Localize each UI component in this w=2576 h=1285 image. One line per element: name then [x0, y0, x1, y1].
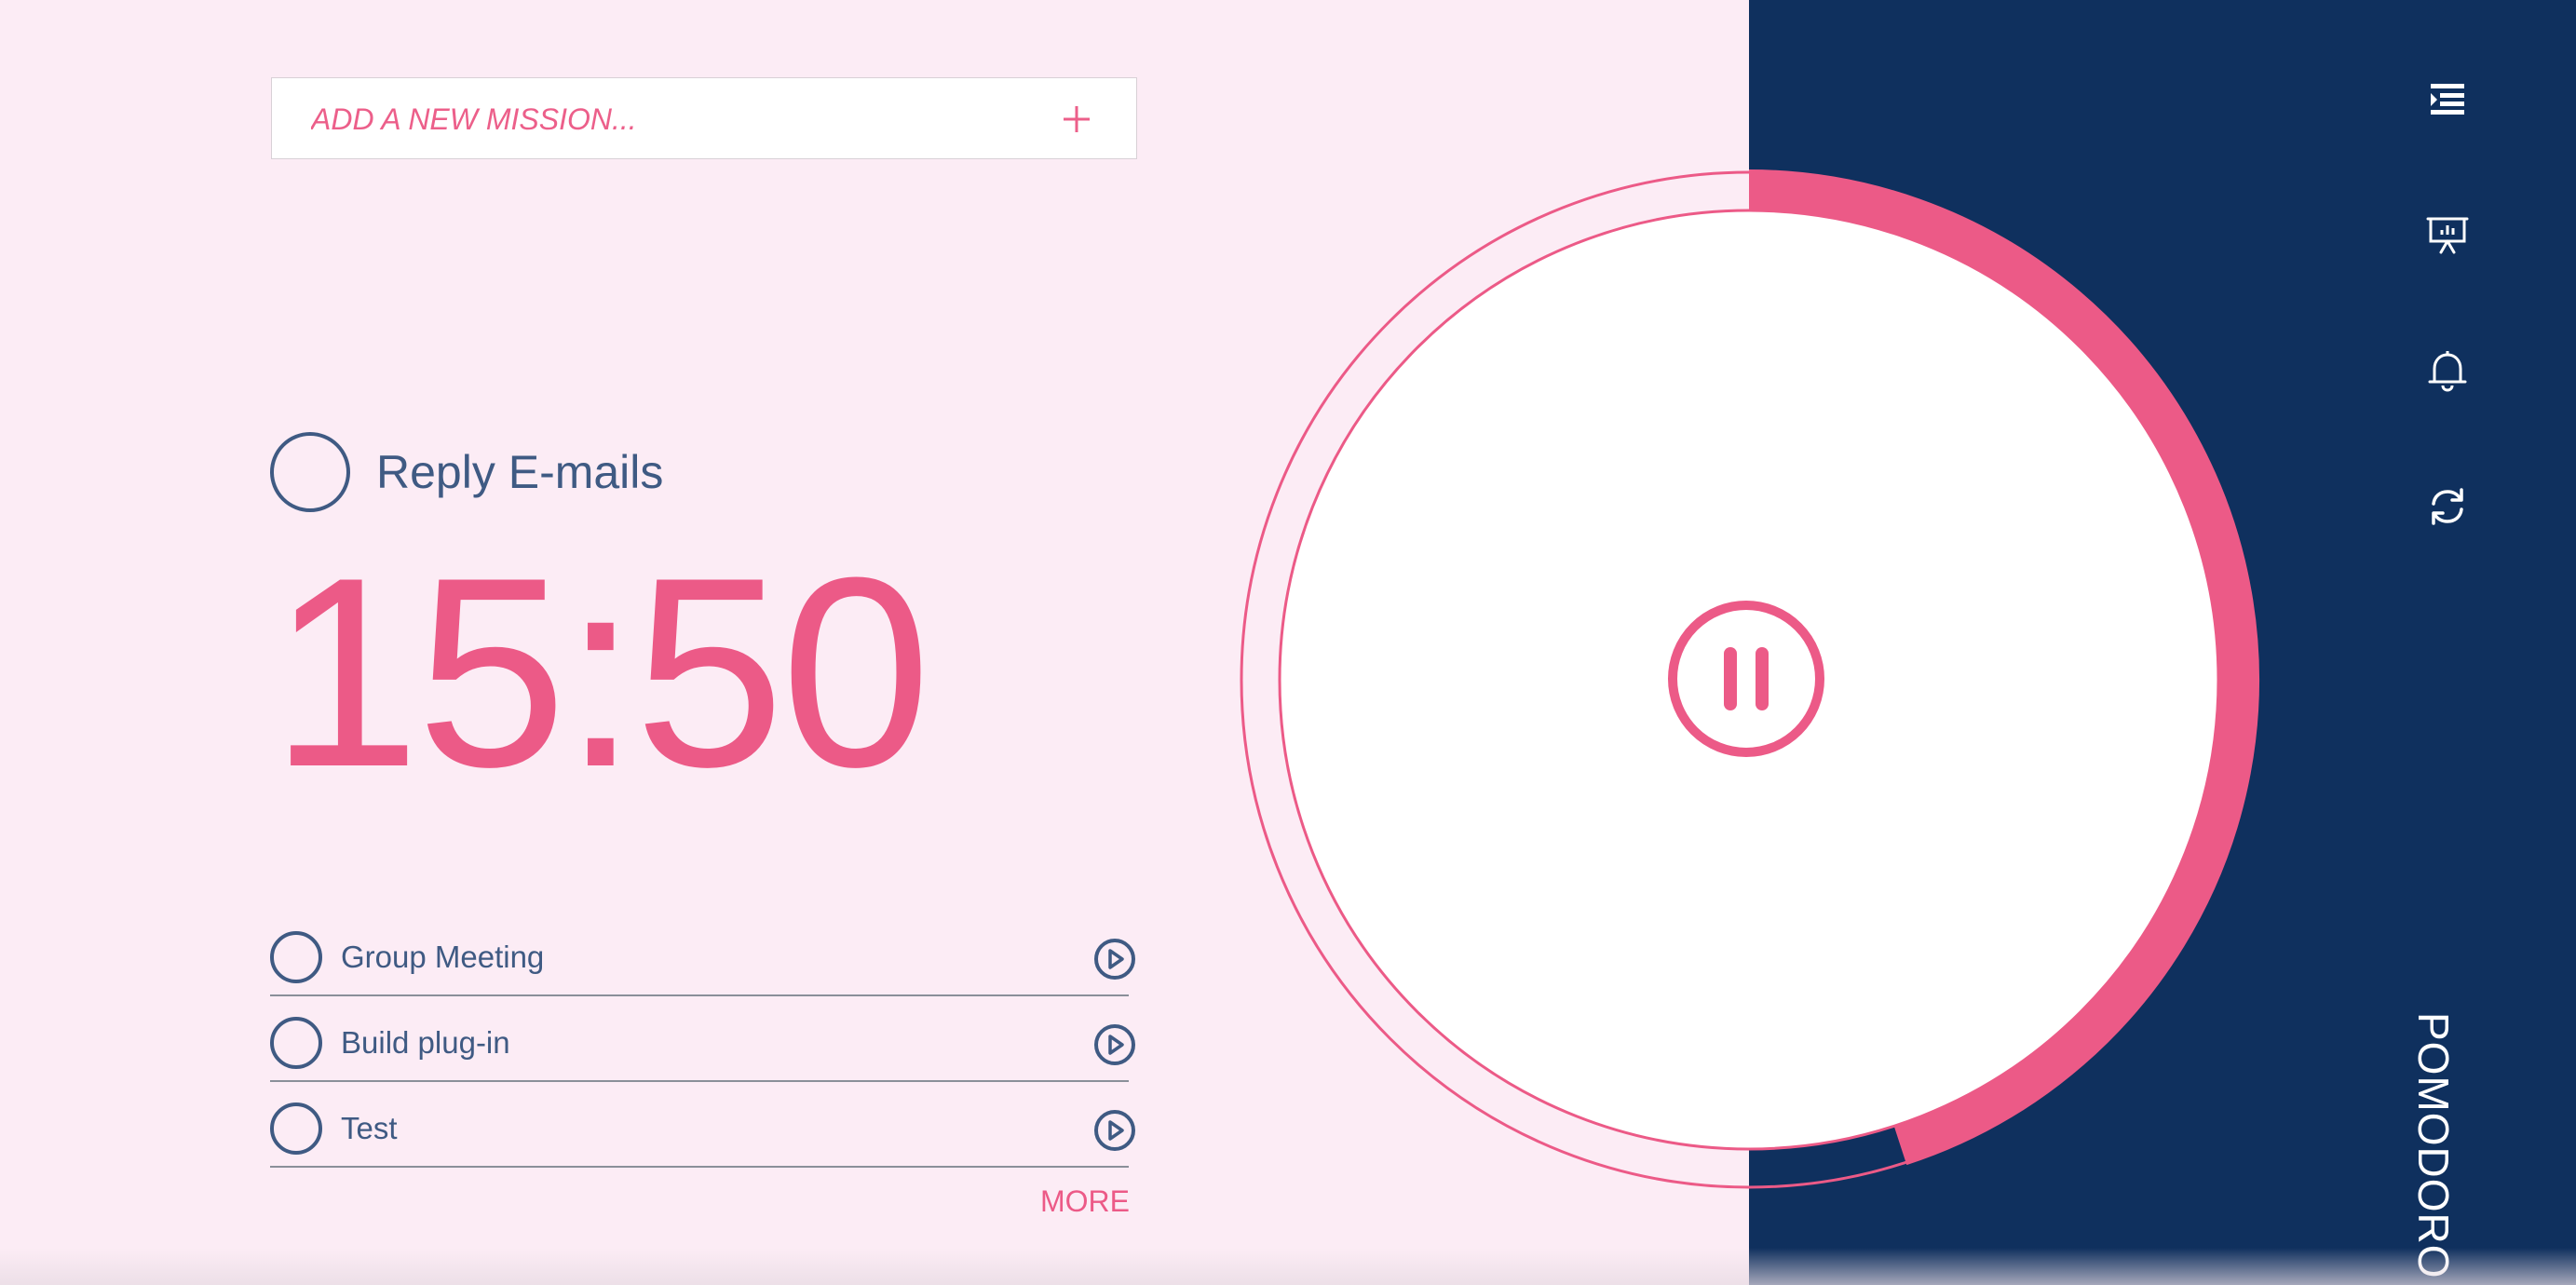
- task-list-icon: [2431, 84, 2464, 115]
- task-list: Group Meeting Build plug-in Test: [270, 913, 1135, 1168]
- notifications-button[interactable]: [2425, 348, 2470, 393]
- timer-display: 15:50: [270, 521, 931, 823]
- statistics-button[interactable]: [2425, 212, 2470, 257]
- task-play-button[interactable]: [1093, 1109, 1136, 1152]
- statistics-icon: [2426, 217, 2469, 254]
- bottom-shadow: [0, 1248, 2576, 1285]
- pause-icon: [1668, 601, 1824, 757]
- task-row: Group Meeting: [270, 913, 1135, 996]
- task-label: Build plug-in: [341, 1025, 510, 1060]
- task-row: Test: [270, 1084, 1135, 1168]
- task-label: Group Meeting: [341, 940, 545, 974]
- play-circle-icon: [1094, 1110, 1135, 1151]
- task-play-button[interactable]: [1093, 938, 1136, 981]
- task-play-button[interactable]: [1093, 1023, 1136, 1066]
- current-task-title: Reply E-mails: [376, 446, 664, 498]
- add-mission-input[interactable]: [309, 78, 1021, 160]
- plus-icon: [1064, 106, 1090, 132]
- play-circle-icon: [1094, 1024, 1135, 1065]
- brand-text: POMODORO: [2409, 1012, 2458, 1279]
- add-mission-button[interactable]: [1052, 95, 1101, 143]
- refresh-icon: [2432, 488, 2463, 525]
- task-row: Build plug-in: [270, 998, 1135, 1082]
- task-checkbox[interactable]: [270, 1017, 322, 1069]
- task-checkbox[interactable]: [270, 1102, 322, 1155]
- current-task-checkbox[interactable]: [270, 432, 350, 512]
- play-circle-icon: [1094, 939, 1135, 980]
- pause-button[interactable]: [1667, 600, 1825, 758]
- add-mission-box: [271, 77, 1137, 160]
- task-checkbox[interactable]: [270, 931, 322, 983]
- task-label: Test: [341, 1111, 398, 1145]
- reset-button[interactable]: [2425, 484, 2470, 529]
- task-list-button[interactable]: [2425, 76, 2470, 121]
- brand-logo: POMODORO: [2396, 1012, 2471, 1279]
- more-link[interactable]: MORE: [1024, 1184, 1130, 1219]
- bell-icon: [2428, 351, 2467, 392]
